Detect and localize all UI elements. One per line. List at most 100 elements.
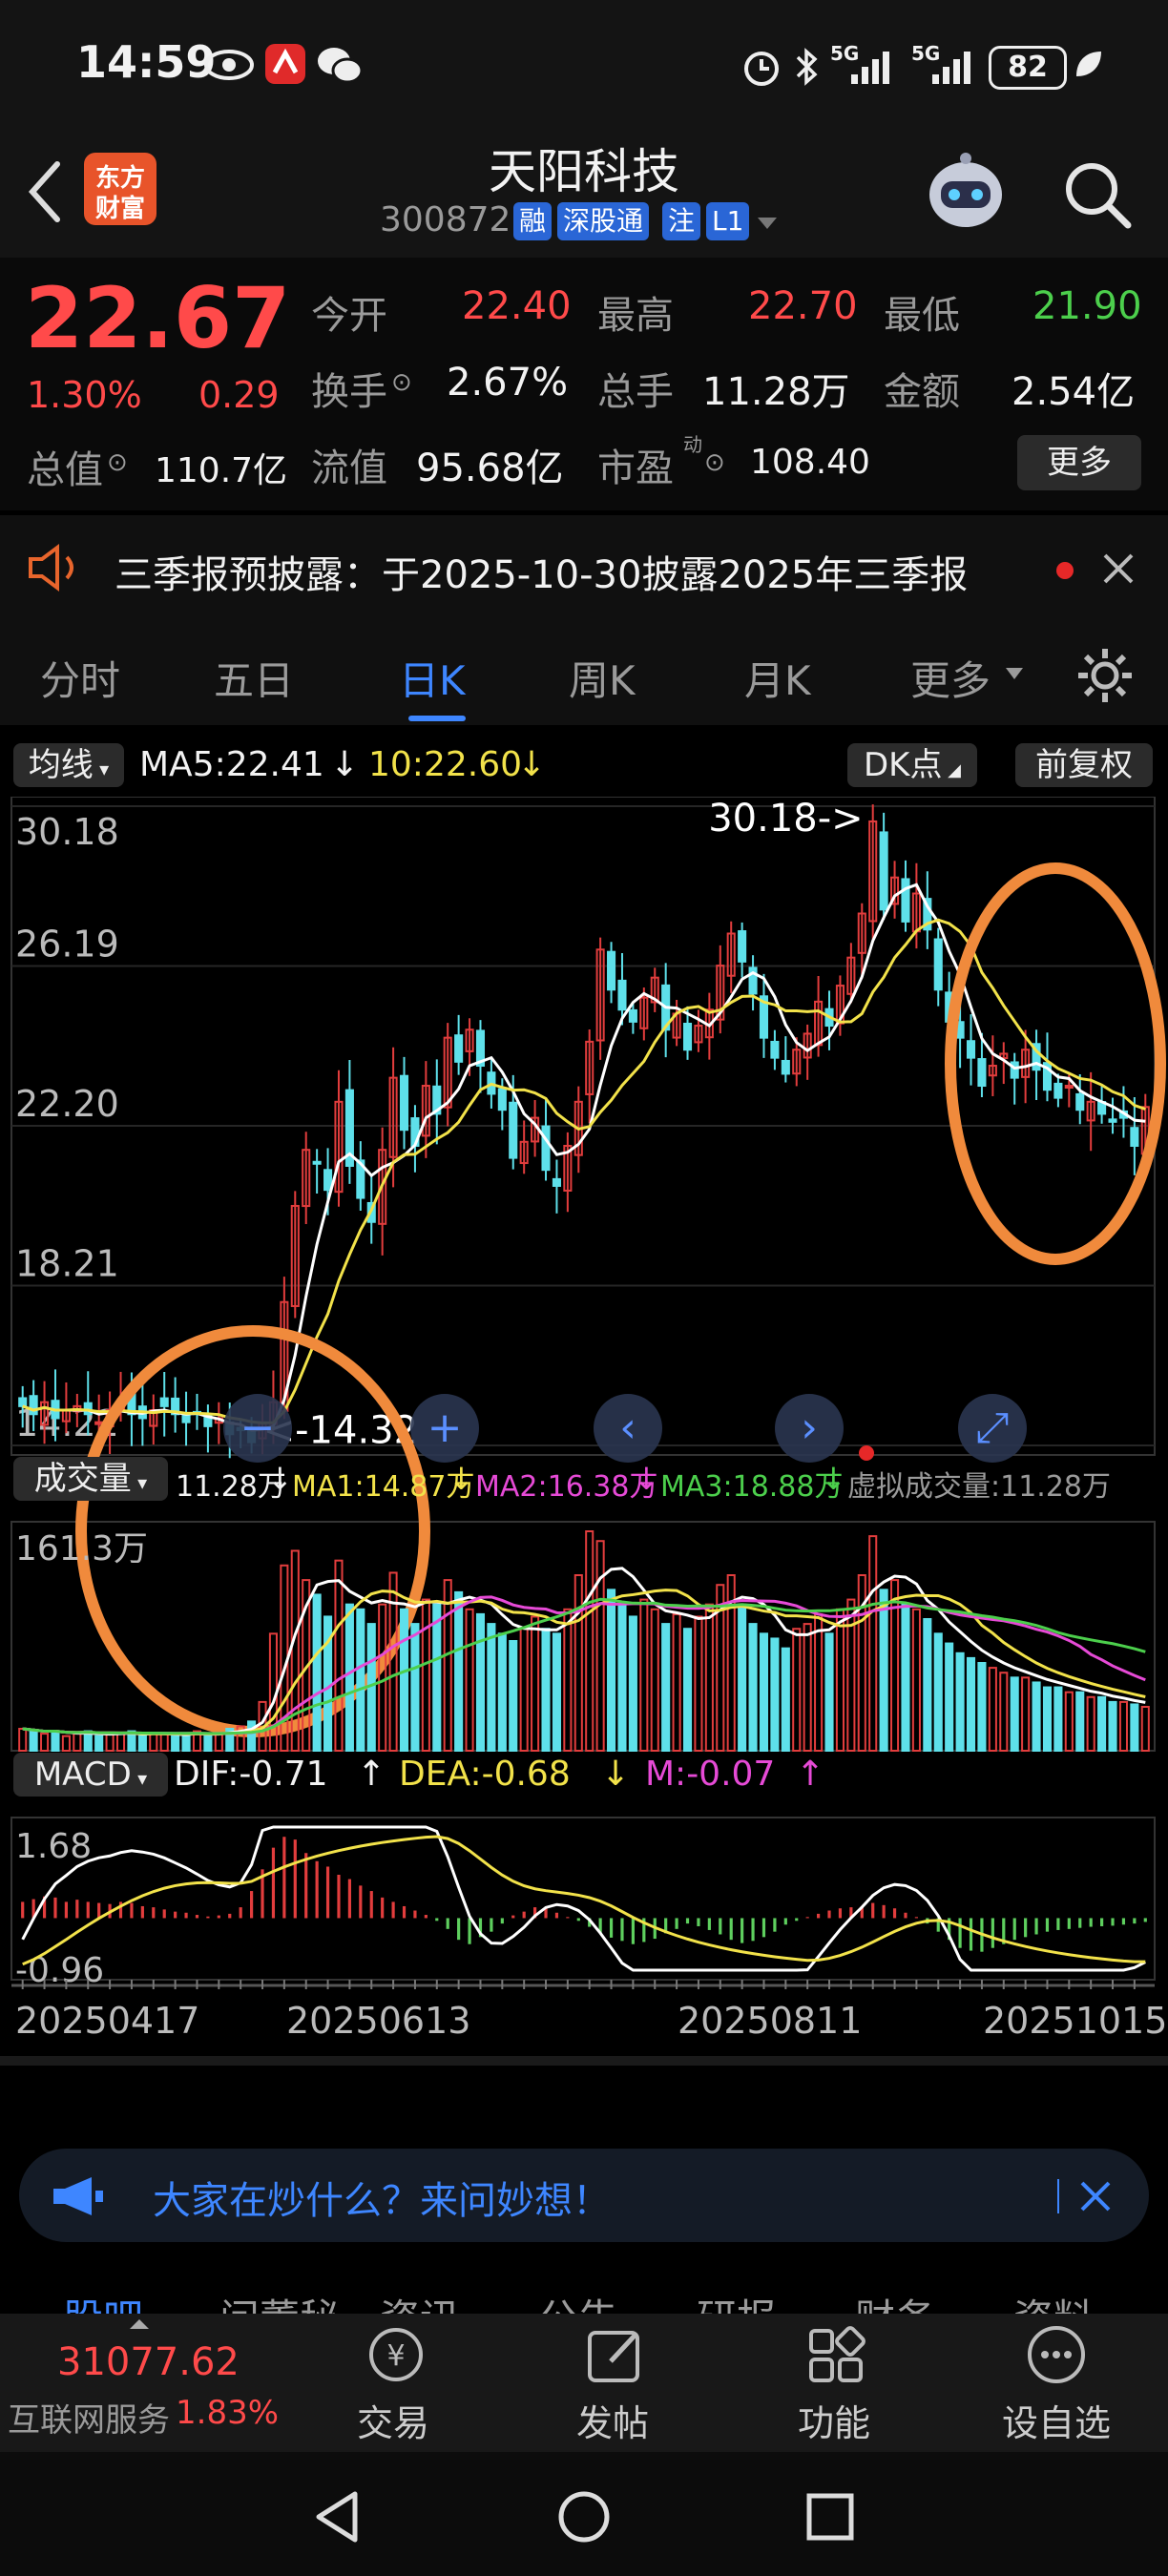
fullscreen-button[interactable]: ⤢ [958,1394,1027,1463]
volume-bar [40,1733,50,1752]
low-value: 21.90 [1032,284,1142,328]
volume-max-label: 161.3万 [15,1529,148,1568]
macd-selector[interactable]: MACD ▾ [13,1753,168,1797]
volume-bar [846,1598,856,1752]
tab-monthly-k[interactable]: 月K [744,649,811,707]
volume-bar [682,1628,693,1753]
tab-profile[interactable]: 资料 [1013,2287,1094,2314]
nav-add-favorite[interactable]: 设自选 [1002,2394,1111,2446]
volume-bar [617,1603,627,1753]
badge-connect: 深股通 [557,202,650,240]
tab-financials[interactable]: 财务 [855,2287,935,2314]
volume-bar [759,1632,769,1752]
volume-bar [454,1590,464,1753]
signal-icon [851,52,889,84]
volume-bar [214,1733,223,1752]
pe-sup: 动 [683,433,702,456]
down-arrow-icon: ↓ [267,1461,293,1497]
tab-intraday[interactable]: 分时 [40,649,120,707]
tab-five-day[interactable]: 五日 [214,649,294,707]
badge-registration: 注 [662,202,701,240]
favorite-dots-icon[interactable] [1023,2323,1090,2386]
nav-trade[interactable]: 交易 [357,2394,429,2446]
tab-announcements[interactable]: 公告 [538,2287,618,2314]
home-circle-icon[interactable] [553,2488,615,2545]
tab-research[interactable]: 研报 [697,2287,777,2314]
notice-bar[interactable]: 三季报预披露：于2025-10-30披露2025年三季报 [0,515,1168,620]
candle-body [781,1059,790,1075]
back-triangle-icon[interactable] [309,2488,366,2545]
price-tick-label: 22.20 [15,1083,119,1125]
candle-body [879,831,888,911]
candle-body [399,1074,409,1132]
close-icon[interactable] [1099,550,1137,588]
volume-bar [552,1632,561,1752]
tab-board-secretary[interactable]: 问董秘 [219,2287,340,2314]
function-grid-icon[interactable] [803,2323,870,2386]
more-button[interactable]: 更多 [1017,435,1141,490]
macd-m: M:-0.07 [645,1755,776,1794]
candle-body [497,1088,507,1111]
ai-prompt-text: 大家在炒什么？来问妙想！ [153,2179,611,2223]
tab-guba[interactable]: 股吧 [63,2287,143,2314]
volume-bar [911,1608,921,1752]
zoom-in-button[interactable]: + [410,1394,479,1463]
volume-bar [781,1647,790,1753]
volume-bar [704,1603,714,1753]
sector-change[interactable]: 1.83% [176,2394,279,2432]
clock: 14:59 [76,36,217,88]
volume-bar [61,1735,71,1753]
info-icon[interactable]: ⊙ [391,368,412,397]
pe-label: 市盈 [597,447,674,490]
volume-bar [1118,1700,1128,1753]
scroll-left-button[interactable]: ‹ [594,1394,662,1463]
candle-body [1053,1082,1063,1099]
gear-icon[interactable] [1074,645,1136,706]
candle-body [181,1414,191,1423]
volume-bar [181,1733,191,1752]
nav-function[interactable]: 功能 [798,2394,870,2446]
dk-point-button[interactable]: DK点 ◢ [847,743,977,787]
search-icon[interactable] [1059,156,1136,233]
tab-weekly-k[interactable]: 周K [569,649,636,707]
tab-more[interactable]: 更多 [910,649,991,707]
virtual-volume: 虚拟成交量:11.28万 [847,1470,1111,1504]
zoom-in-button-glyph: + [428,1403,463,1452]
nav-post[interactable]: 发帖 [576,2394,649,2446]
low-label: 最低 [884,294,960,338]
volume-selector[interactable]: 成交量 ▾ [13,1457,168,1501]
tab-daily-k[interactable]: 日K [399,649,466,707]
amount-value: 2.54亿 [1012,370,1136,414]
tab-news[interactable]: 资讯 [380,2287,460,2314]
ai-assistant-bar[interactable]: 大家在炒什么？来问妙想！ [19,2149,1149,2242]
notice-text: 三季报预披露：于2025-10-30披露2025年三季报 [115,553,969,597]
scroll-right-button[interactable]: › [775,1394,844,1463]
index-value[interactable]: 31077.62 [57,2340,240,2384]
back-arrow-icon[interactable] [21,158,69,225]
info-icon[interactable]: ⊙ [107,448,128,477]
section-tabs: 股吧 问董秘 资讯 公告 研报 财务 资料 [0,2256,1168,2314]
zoom-out-button[interactable]: − [223,1394,292,1463]
post-icon[interactable] [582,2323,649,2386]
volume-bar [770,1637,780,1753]
robot-assistant-icon[interactable] [920,147,1012,239]
divider [1057,2179,1059,2213]
sector-name[interactable]: 互联网服务 [8,2394,170,2441]
volume-bar [879,1589,888,1752]
info-icon[interactable]: ⊙ [704,448,725,477]
close-icon[interactable] [1076,2177,1115,2215]
active-tab-indicator [408,716,466,721]
volume-bar [497,1632,507,1752]
volume-bar [661,1623,671,1752]
volume-label: 总手 [597,370,674,414]
chevron-down-icon[interactable] [754,214,781,233]
adjust-button[interactable]: 前复权 [1015,743,1153,787]
volume-bar [1053,1686,1063,1752]
ma-selector[interactable]: 均线 ▾ [13,743,124,787]
candle-body [966,1040,976,1059]
recent-apps-icon[interactable] [802,2488,859,2545]
trade-icon[interactable]: ¥ [363,2323,429,2386]
candle-body [682,1022,693,1051]
volume-bar [203,1735,213,1753]
kline-chart-area[interactable]: 均线 ▾ MA5:22.41 ↓ 10:22.60 ↓ DK点 ◢ 前复权 30… [0,730,1168,2132]
